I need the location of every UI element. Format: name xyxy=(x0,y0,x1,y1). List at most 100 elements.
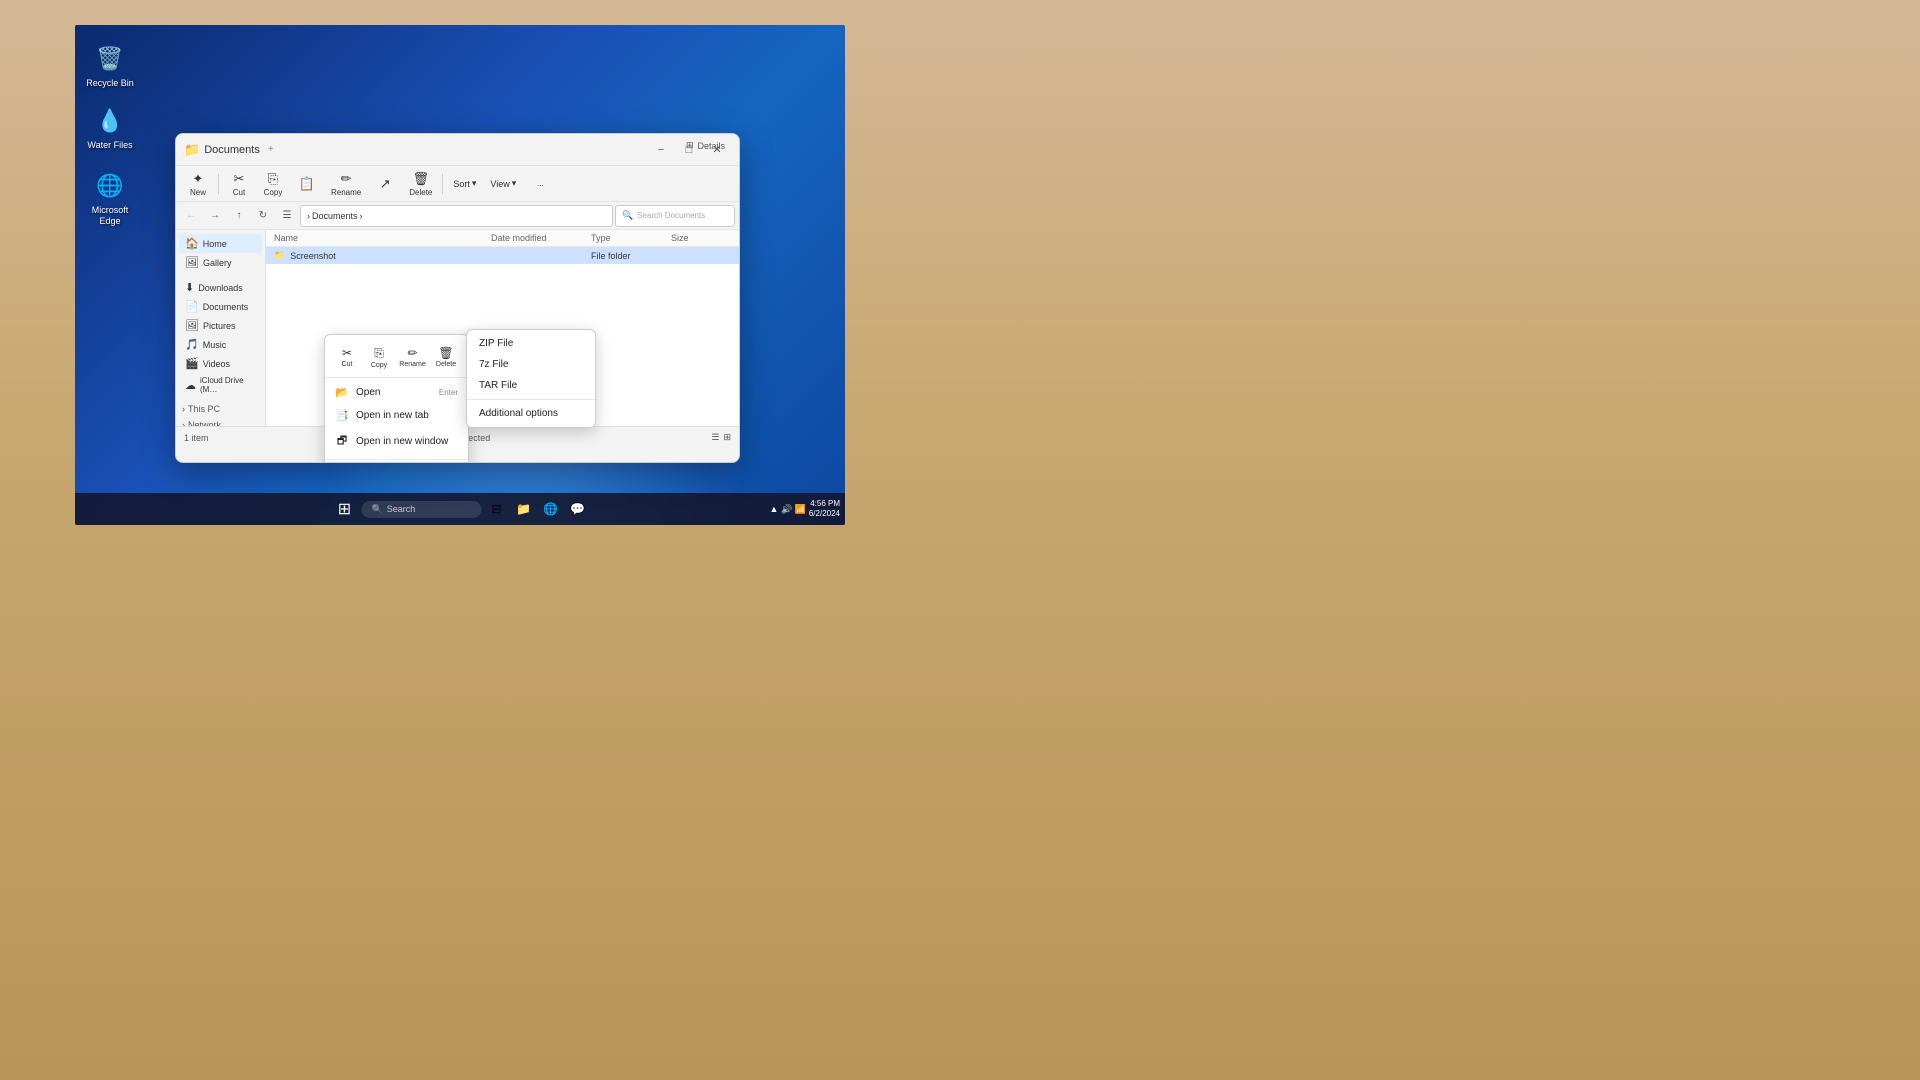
submenu-additional[interactable]: Additional options xyxy=(467,403,595,424)
share-button[interactable]: ↗ xyxy=(369,173,401,195)
ctx-delete-icon: 🗑 xyxy=(438,346,453,360)
documents-label: Documents xyxy=(203,302,249,312)
home-icon: 🏠 xyxy=(185,237,199,250)
edge-icon: 🌐 xyxy=(94,170,126,202)
ctx-cut-button[interactable]: ✂ Cut xyxy=(333,343,361,372)
file-explorer-window: 📁 Documents + − □ ✕ ✦ New ✂ Cut ⎘ xyxy=(175,133,740,463)
forward-button[interactable]: → xyxy=(204,205,226,227)
taskbar-search[interactable]: 🔍 Search xyxy=(362,501,482,518)
sidebar-item-home[interactable]: 🏠 Home xyxy=(179,234,262,253)
sidebar-section-this-pc[interactable]: › This PC xyxy=(176,401,265,417)
sidebar-item-downloads[interactable]: ⬇ Downloads xyxy=(179,278,262,297)
rename-button[interactable]: ✏ Rename xyxy=(325,168,367,200)
ctx-cut-icon: ✂ xyxy=(342,346,352,360)
breadcrumb-documents[interactable]: Documents xyxy=(312,211,358,221)
context-menu: ✂ Cut ⎘ Copy ✏ Rename 🗑 Delete 📂 O xyxy=(324,334,469,463)
folder-tree-button[interactable]: ☰ xyxy=(276,205,298,227)
desktop-icon-edge[interactable]: 🌐 Microsoft Edge xyxy=(80,170,140,227)
submenu-7z[interactable]: 7z File xyxy=(467,354,595,375)
minimize-button[interactable]: − xyxy=(647,136,675,164)
ctx-open-shortcut: Enter xyxy=(439,388,458,397)
ctx-copy-button[interactable]: ⎘ Copy xyxy=(365,343,393,372)
grid-view-icon[interactable]: ⊞ xyxy=(723,432,731,443)
taskbar-search-icon: 🔍 xyxy=(372,504,383,515)
sidebar-section-network[interactable]: › Network xyxy=(176,417,265,426)
edge-label: Microsoft Edge xyxy=(80,205,140,227)
toolbar: ✦ New ✂ Cut ⎘ Copy 📋 ✏ Rename ↗ xyxy=(176,166,739,202)
view-toggle: ☰ ⊞ xyxy=(711,432,731,443)
delete-button[interactable]: 🗑 Delete xyxy=(403,168,438,200)
sidebar-item-icloud[interactable]: ☁ iCloud Drive (M… xyxy=(179,373,262,397)
new-button[interactable]: ✦ New xyxy=(182,168,214,200)
sidebar-item-documents[interactable]: 📄 Documents xyxy=(179,297,262,316)
more-label: ... xyxy=(537,179,544,188)
separator-2 xyxy=(442,174,443,194)
ctx-open-label: Open xyxy=(356,387,380,398)
systray-time[interactable]: 4:56 PM 6/2/2024 xyxy=(809,499,840,520)
videos-label: Videos xyxy=(203,359,230,369)
ctx-delete-button[interactable]: 🗑 Delete xyxy=(432,343,460,372)
home-label: Home xyxy=(203,239,227,249)
sidebar-item-music[interactable]: 🎵 Music xyxy=(179,335,262,354)
compress-submenu: ZIP File 7z File TAR File Additional opt… xyxy=(466,329,596,428)
ctx-open-new-window[interactable]: 🗗 Open in new window xyxy=(325,427,468,456)
file-name-text: Screenshot xyxy=(290,251,336,261)
gallery-icon: 🖼 xyxy=(185,256,199,269)
taskbar-file-explorer[interactable]: 📁 xyxy=(512,497,536,521)
paste-icon: 📋 xyxy=(299,176,315,192)
submenu-divider xyxy=(467,399,595,400)
ctx-window-icon: 🗗 xyxy=(335,432,349,451)
pictures-label: Pictures xyxy=(203,321,236,331)
sidebar-item-pictures[interactable]: 🖼 Pictures xyxy=(179,316,262,335)
ctx-open-new-tab[interactable]: 📑 Open in new tab xyxy=(325,404,468,427)
rename-icon: ✏ xyxy=(341,171,352,187)
ctx-open[interactable]: 📂 Open Enter xyxy=(325,381,468,404)
ctx-copy-label: Copy xyxy=(371,362,387,369)
refresh-button[interactable]: ↻ xyxy=(252,205,274,227)
windows-desktop: 🗑️ Recycle Bin 💧 Water Files 🌐 Microsoft… xyxy=(75,25,845,525)
sort-button[interactable]: Sort ▾ xyxy=(447,175,482,192)
search-box[interactable]: 🔍 Search Documents xyxy=(615,205,735,227)
cut-button[interactable]: ✂ Cut xyxy=(223,168,255,200)
videos-icon: 🎬 xyxy=(185,357,199,370)
sidebar-item-gallery[interactable]: 🖼 Gallery xyxy=(179,253,262,272)
submenu-tar[interactable]: TAR File xyxy=(467,375,595,396)
ctx-rename-button[interactable]: ✏ Rename xyxy=(397,343,428,372)
copy-button[interactable]: ⎘ Copy xyxy=(257,168,289,200)
paste-button[interactable]: 📋 xyxy=(291,173,323,195)
ctx-open-icon: 📂 xyxy=(335,386,349,399)
taskbar-teams[interactable]: 💬 xyxy=(566,497,590,521)
taskbar-widgets[interactable]: ⊟ xyxy=(485,497,509,521)
start-button[interactable]: ⊞ xyxy=(331,495,359,523)
sidebar-item-videos[interactable]: 🎬 Videos xyxy=(179,354,262,373)
up-button[interactable]: ↑ xyxy=(228,205,250,227)
new-tab-plus[interactable]: + xyxy=(268,144,274,155)
submenu-zip[interactable]: ZIP File xyxy=(467,333,595,354)
music-icon: 🎵 xyxy=(185,338,199,351)
list-view-icon[interactable]: ☰ xyxy=(711,432,719,443)
address-bar: ← → ↑ ↻ ☰ › Documents › 🔍 Search Documen… xyxy=(176,202,739,230)
more-button[interactable]: ... xyxy=(524,176,556,191)
system-tray-icons: ▲ 🔊 📶 xyxy=(770,504,806,515)
rename-label: Rename xyxy=(331,188,361,197)
file-type: File folder xyxy=(591,251,671,261)
breadcrumb[interactable]: › Documents › xyxy=(300,205,613,227)
taskbar-edge[interactable]: 🌐 xyxy=(539,497,563,521)
item-count: 1 item xyxy=(184,433,209,443)
desktop-icon-recycle-bin[interactable]: 🗑️ Recycle Bin xyxy=(80,43,140,89)
col-date: Date modified xyxy=(491,233,591,243)
delete-label: Delete xyxy=(409,188,432,197)
back-button[interactable]: ← xyxy=(180,205,202,227)
taskbar-search-label: Search xyxy=(387,504,416,514)
downloads-label: Downloads xyxy=(198,283,243,293)
downloads-icon: ⬇ xyxy=(185,281,194,294)
pictures-icon: 🖼 xyxy=(185,319,199,332)
desktop-icon-water-files[interactable]: 💧 Water Files xyxy=(80,105,140,151)
view-button[interactable]: View ▾ xyxy=(484,175,522,192)
window-title: Documents xyxy=(204,144,260,156)
details-toggle[interactable]: ⊞ Details xyxy=(680,138,731,153)
delete-icon: 🗑 xyxy=(413,171,430,187)
table-row[interactable]: 📁 Screenshot File folder xyxy=(266,247,739,264)
sort-chevron: ▾ xyxy=(472,178,477,189)
recycle-bin-icon: 🗑️ xyxy=(94,43,126,75)
